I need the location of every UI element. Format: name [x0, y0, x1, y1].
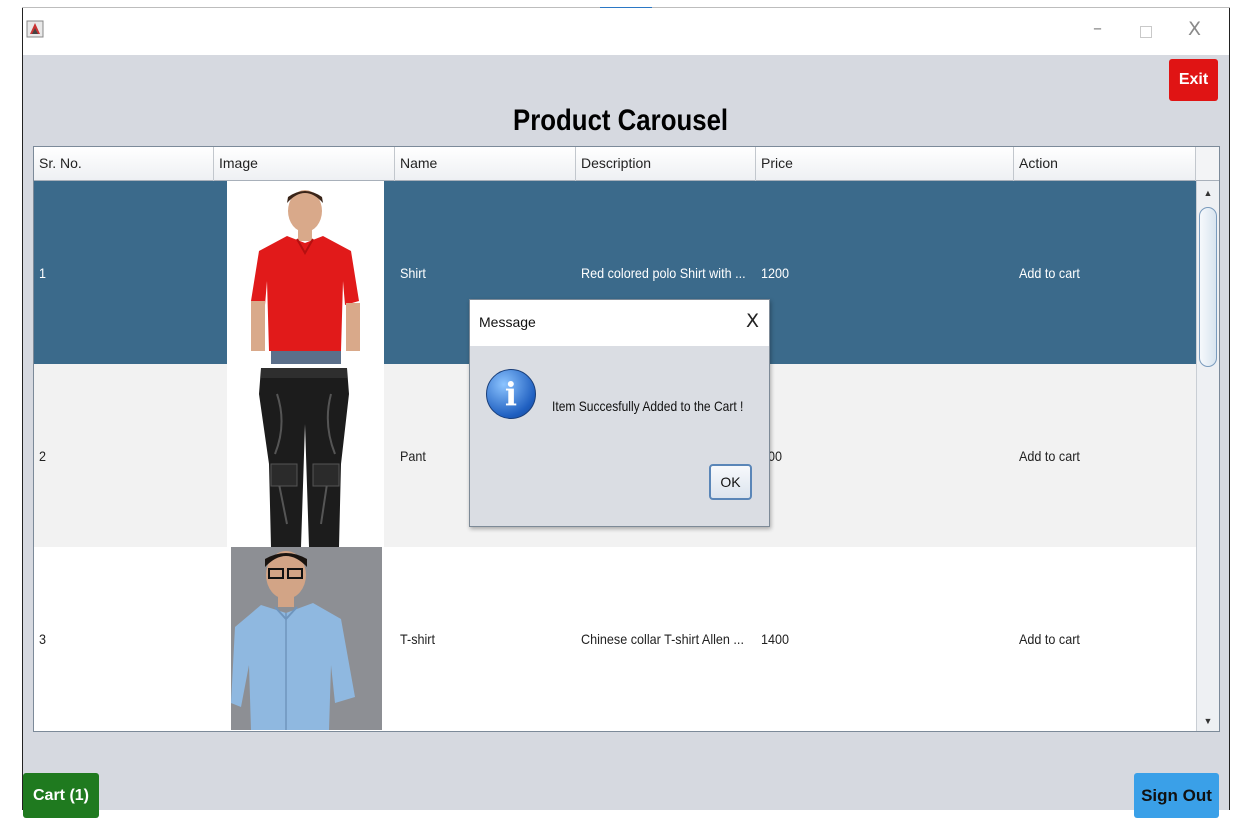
- scroll-up-arrow-icon[interactable]: ▲: [1200, 185, 1216, 201]
- scrollbar-thumb[interactable]: [1199, 207, 1217, 367]
- add-to-cart-action[interactable]: Add to cart: [1014, 181, 1196, 364]
- product-image-pant: [227, 364, 384, 547]
- scroll-down-arrow-icon[interactable]: ▼: [1200, 713, 1216, 729]
- column-header-name[interactable]: Name: [395, 147, 576, 181]
- row-sr-cell: 2: [39, 447, 47, 464]
- minimize-icon[interactable]: –: [1093, 18, 1102, 39]
- ok-button[interactable]: OK: [709, 464, 752, 500]
- column-header-image[interactable]: Image: [214, 147, 395, 181]
- dialog-message: Item Succesfully Added to the Cart !: [552, 398, 744, 414]
- row-sr-cell: 1: [39, 264, 47, 281]
- column-header-description[interactable]: Description: [576, 147, 756, 181]
- cart-button[interactable]: Cart (1): [23, 773, 99, 818]
- page-title: Product Carousel: [513, 104, 729, 137]
- info-icon: i: [486, 369, 536, 419]
- add-to-cart-action[interactable]: Add to cart: [1014, 364, 1196, 547]
- row-price-cell: 300: [761, 447, 783, 464]
- dialog-close-icon[interactable]: X: [746, 310, 759, 332]
- window-close-icon[interactable]: X: [1188, 18, 1201, 40]
- vertical-scrollbar[interactable]: ▲ ▼: [1196, 181, 1219, 731]
- sign-out-button[interactable]: Sign Out: [1134, 773, 1219, 818]
- product-image-tshirt: [231, 547, 382, 730]
- message-dialog: Message X i Item Succesfully Added to th…: [469, 299, 770, 527]
- add-to-cart-action[interactable]: Add to cart: [1014, 547, 1196, 730]
- java-app-icon: [26, 20, 44, 38]
- dialog-title-bar: Message X: [470, 300, 769, 346]
- column-header-price[interactable]: Price: [756, 147, 1014, 181]
- table-row[interactable]: 3 T-shirt Chinese collar T-shirt Allen .…: [34, 547, 1196, 730]
- table-header: Sr. No. Image Name Description Price Act…: [34, 147, 1196, 181]
- dialog-title: Message: [479, 314, 536, 330]
- product-image-shirt: [227, 181, 384, 364]
- row-name-cell: T-shirt: [400, 630, 436, 647]
- row-price-cell: 1200: [761, 264, 790, 281]
- row-price-cell: 1400: [761, 630, 790, 647]
- maximize-icon[interactable]: [1140, 26, 1152, 38]
- row-description-cell: Chinese collar T-shirt Allen ...: [581, 630, 744, 647]
- row-sr-cell: 3: [39, 630, 47, 647]
- column-header-action[interactable]: Action: [1014, 147, 1196, 181]
- header-corner: [1196, 147, 1219, 181]
- column-header-sr[interactable]: Sr. No.: [34, 147, 214, 181]
- exit-button[interactable]: Exit: [1169, 59, 1218, 101]
- title-bar: – X: [23, 8, 1229, 55]
